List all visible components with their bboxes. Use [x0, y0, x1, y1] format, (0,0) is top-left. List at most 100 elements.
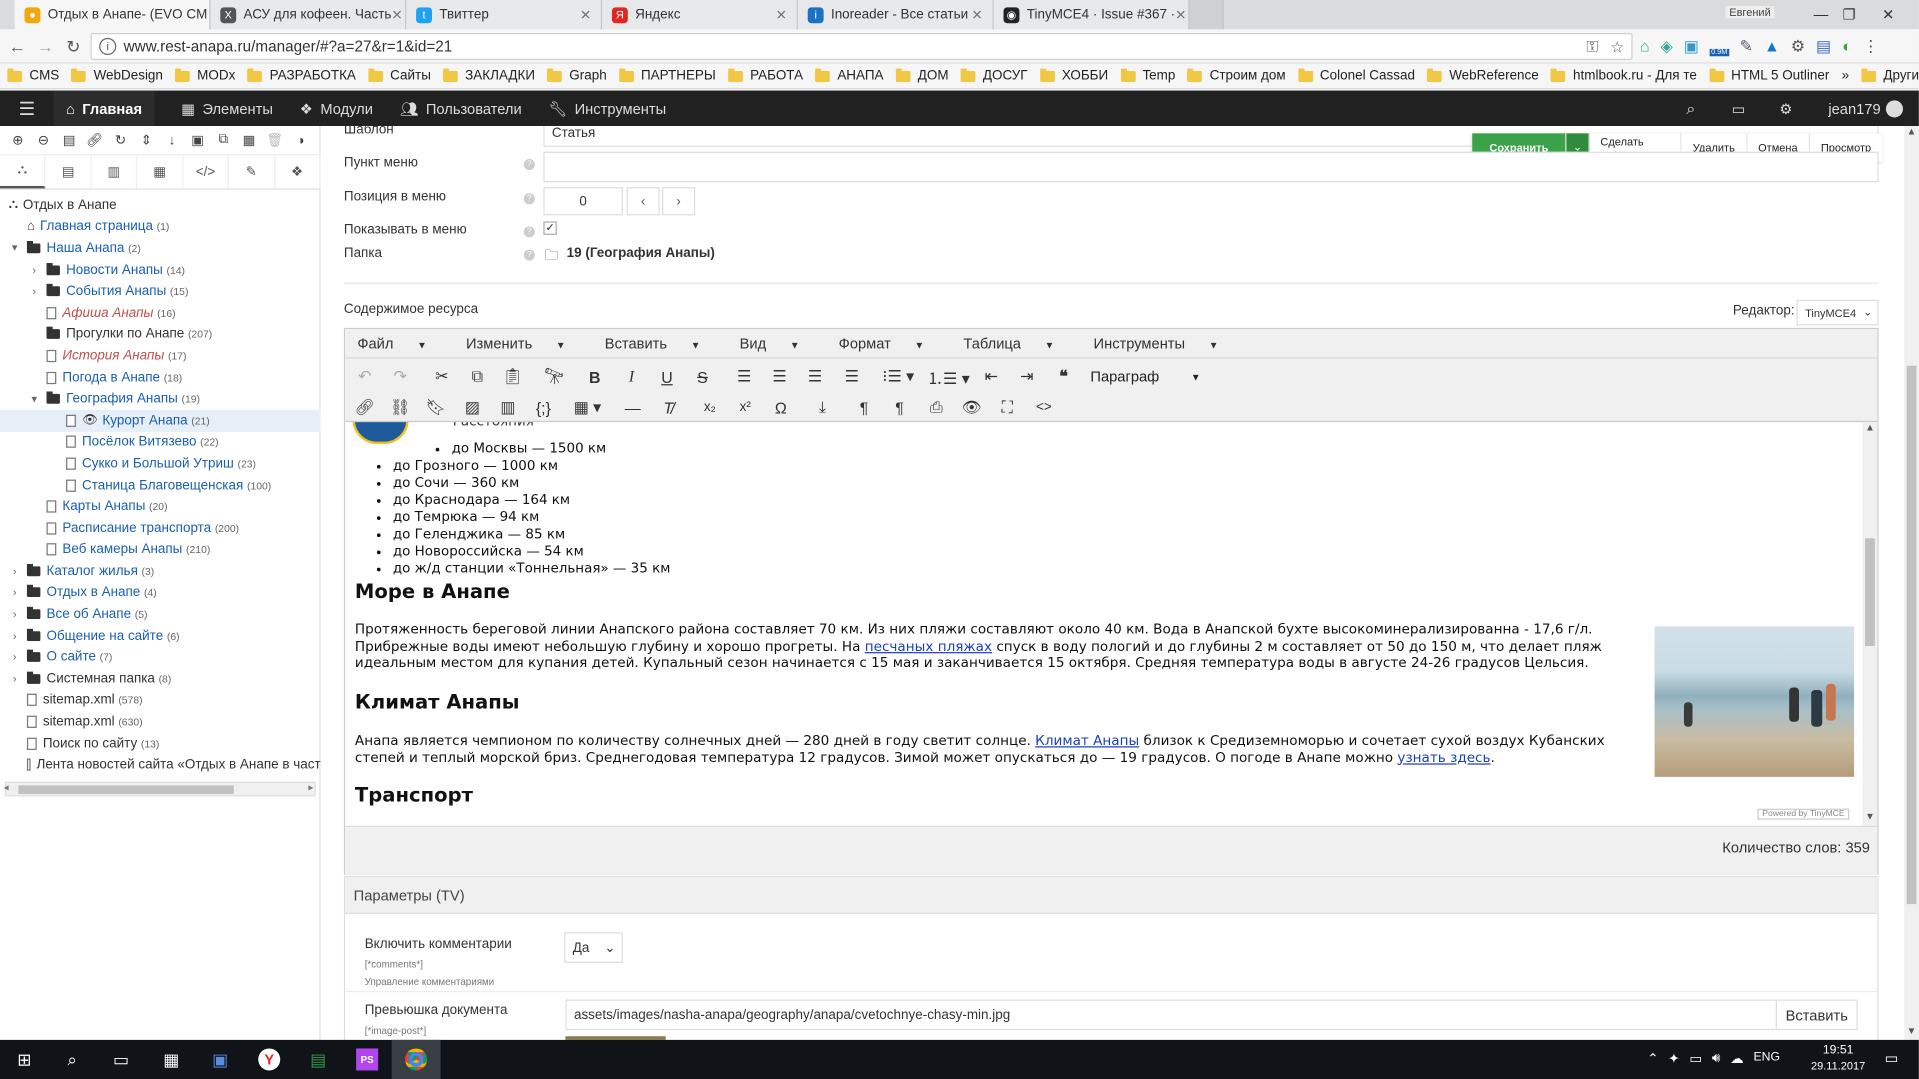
folder-value[interactable]: 19 (География Анапы) [567, 246, 715, 261]
bookmark-item[interactable]: ДОМ [895, 67, 949, 83]
volume-icon[interactable]: 🔊︎ [1712, 1051, 1720, 1067]
numbered-list-icon[interactable]: ⒈☰ ▾ [926, 363, 970, 390]
collapse-icon[interactable]: ⊖ [31, 132, 57, 148]
tv-params-header[interactable]: Параметры (TV) [345, 877, 1878, 914]
special-char-icon[interactable]: Ω [766, 394, 795, 421]
tree-item[interactable]: Посёлок Витязево (22) [0, 431, 321, 453]
editor-scrollbar[interactable]: ▲ ▼ [1862, 422, 1878, 826]
search-icon[interactable]: ⌕ [1686, 98, 1695, 118]
browser-tab[interactable]: t Твиттер ✕ [406, 0, 603, 30]
bookmark-item[interactable]: Graph [547, 67, 607, 83]
chevron-right-icon[interactable]: › [9, 565, 21, 577]
tree-item[interactable]: › Все об Анапе (5) [0, 603, 321, 625]
strikethrough-icon[interactable]: S [688, 363, 717, 390]
align-center-icon[interactable]: ☰ [765, 363, 794, 390]
bookmark-item[interactable]: Temp [1120, 67, 1175, 83]
bookmark-item[interactable]: Colonel Cassad [1297, 67, 1415, 83]
tree-item[interactable]: › Общение на сайте (6) [0, 625, 321, 647]
sort-order-icon[interactable]: ↓ [159, 133, 185, 148]
tree-item-label[interactable]: Прогулки по Анапе [66, 327, 184, 342]
menu-modules[interactable]: ❖ Модули [300, 100, 373, 117]
extension-icon[interactable]: ▤ [1816, 37, 1831, 57]
tree-item[interactable]: Расписание транспорта (200) [0, 517, 321, 539]
tree-root[interactable]: ⛬ Отдых в Анапе [0, 195, 321, 217]
task-view-icon[interactable]: ▭ [97, 1040, 146, 1079]
chevron-right-icon[interactable]: › [28, 264, 40, 276]
reload-icon[interactable]: ↻ [61, 34, 85, 58]
browser-tab[interactable]: X АСУ для кофеен. Часть ✕ [210, 0, 407, 30]
trash-icon[interactable]: 🗑︎ [262, 132, 288, 148]
extension-icon[interactable]: ⚙ [1791, 37, 1805, 57]
cloud-icon[interactable]: ☁ [1730, 1051, 1743, 1067]
tree-item[interactable]: › Отдых в Анапе (4) [0, 582, 321, 604]
editor-menu-item[interactable]: Таблица ▼ [963, 335, 1074, 352]
scroll-up-icon[interactable]: ▲ [1907, 126, 1917, 137]
back-icon[interactable]: ← [5, 34, 29, 58]
tree-item-label[interactable]: Веб камеры Анапы [62, 542, 182, 557]
menu-position-input[interactable]: 0 [543, 187, 623, 216]
bookmark-item[interactable]: ЗАКЛАДКИ [443, 67, 535, 83]
other-bookmarks[interactable]: Другие закладки [1861, 67, 1919, 83]
tree-item-label[interactable]: Курорт Анапа [102, 413, 187, 428]
browser-profile[interactable]: Евгений [1725, 6, 1775, 19]
chevron-right-icon[interactable]: › [9, 608, 21, 620]
bookmark-item[interactable]: Сайты [368, 67, 431, 83]
url-input[interactable]: i www.rest-anapa.ru/manager/#?a=27&r=1&i… [90, 33, 1633, 60]
home-icon[interactable]: ⌂ [1640, 37, 1650, 57]
editor-menu-item[interactable]: Вид ▼ [740, 335, 820, 352]
tree-item[interactable]: › Системная папка (8) [0, 668, 321, 690]
paragraph-ltr-icon[interactable]: ¶ [849, 394, 878, 421]
tree-item[interactable]: История Анапы (17) [0, 345, 321, 367]
bookmark-item[interactable]: CMS [7, 67, 59, 83]
close-tab-icon[interactable]: ✕ [391, 7, 402, 23]
extension-badge[interactable]: 0.9M [1709, 48, 1729, 57]
unlink-icon[interactable]: ⛓︎ [385, 394, 414, 421]
scroll-down-icon[interactable]: ▼ [1907, 1025, 1917, 1036]
link-icon[interactable]: 🔗︎ [350, 394, 379, 421]
tree-item[interactable]: Поиск по сайту (13) [0, 733, 321, 755]
tree-item-label[interactable]: О сайте [47, 650, 96, 665]
forward-icon[interactable]: → [33, 34, 57, 58]
help-icon[interactable]: ? [523, 193, 535, 205]
new-tab-button[interactable] [1189, 0, 1224, 30]
new-doc-icon[interactable]: ▤ [56, 132, 82, 148]
bookmark-item[interactable]: HTML 5 Outliner [1709, 67, 1829, 83]
tab-plugins[interactable]: ✎ [229, 155, 275, 189]
yandex-browser-icon[interactable]: Y [245, 1040, 294, 1079]
key-icon[interactable]: ⚿ [1586, 37, 1598, 55]
bookmark-item[interactable]: Строим дом [1187, 67, 1286, 83]
browser-tab[interactable]: ●Отдых в Анапе- (EVO CM✕ [14, 0, 211, 30]
cut-icon[interactable]: ✂ [427, 363, 456, 390]
tab-snippets[interactable]: </> [183, 155, 229, 189]
tray-expand-icon[interactable]: ⌃ [1647, 1051, 1658, 1067]
insert-button[interactable]: Вставить [1775, 999, 1858, 1031]
extension-icon[interactable]: ◐ [1842, 37, 1852, 57]
menu-home[interactable]: ⌂ Главная [53, 90, 155, 127]
tree-item[interactable]: ▾ Наша Анапа (2) [0, 238, 321, 260]
close-window-icon[interactable]: ✕ [1860, 0, 1916, 29]
chevron-right-icon[interactable]: › [9, 673, 21, 685]
tree-item[interactable]: Веб камеры Анапы (210) [0, 539, 321, 561]
notepad-icon[interactable]: ▤ [294, 1040, 343, 1079]
tree-item-label[interactable]: Сукко и Большой Утриш [82, 456, 234, 471]
tree-item-label[interactable]: История Анапы [62, 349, 164, 364]
close-tab-icon[interactable]: ✕ [580, 7, 591, 23]
tree-item-label[interactable]: События Анапы [66, 284, 166, 299]
show-in-menu-checkbox[interactable]: ✓ [543, 221, 557, 235]
tab-tvs[interactable]: ▥ [92, 155, 138, 189]
scroll-right-icon[interactable]: ▸ [308, 782, 313, 793]
tree-item-label[interactable]: Наша Анапа [47, 241, 125, 256]
tab-tree[interactable]: ⛬ [0, 155, 46, 189]
bookmark-item[interactable]: ХОББИ [1039, 67, 1108, 83]
browser-tab[interactable]: i Inoreader - Все статьи ✕ [797, 0, 994, 30]
tree-item-label[interactable]: sitemap.xml [43, 693, 115, 708]
extension-icon[interactable]: ▲ [1764, 37, 1780, 57]
tree-item-label[interactable]: География Анапы [66, 392, 178, 407]
position-decrease-chevron-icon[interactable]: ‹ [626, 187, 660, 216]
menu-users[interactable]: 👥︎ Пользователи [400, 100, 522, 117]
menu-elements[interactable]: ▦ Элементы [181, 100, 273, 117]
fullscreen-icon[interactable]: ⛶ [993, 394, 1022, 421]
tree-item[interactable]: Прогулки по Анапе (207) [0, 324, 321, 346]
tree-item[interactable]: ▾ География Анапы (19) [0, 388, 321, 410]
bookmark-item[interactable]: АНАПА [815, 67, 884, 83]
